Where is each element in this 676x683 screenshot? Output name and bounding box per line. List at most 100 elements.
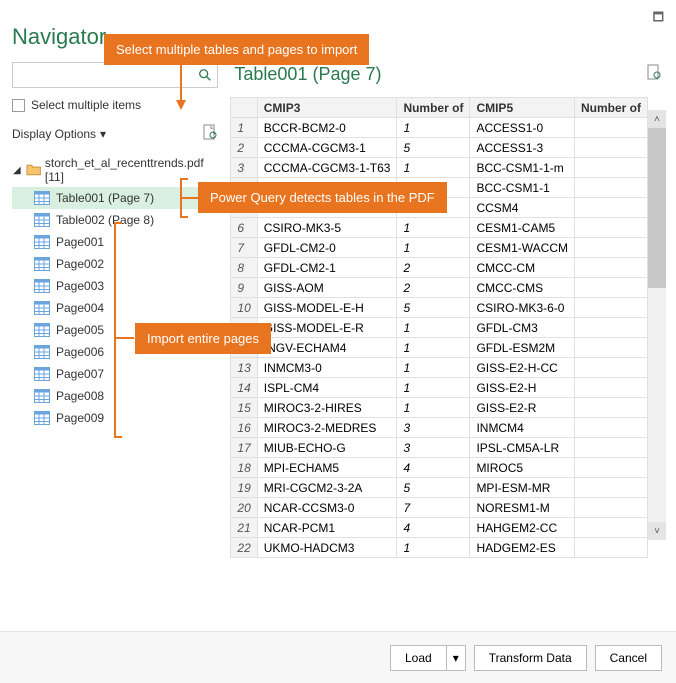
load-button[interactable]: Load xyxy=(390,645,447,671)
table-row[interactable]: 19MRI-CGCM2-3-2A5MPI-ESM-MR xyxy=(231,478,648,498)
row-number: 15 xyxy=(231,398,257,418)
chevron-down-icon: ▾ xyxy=(100,127,106,141)
column-header[interactable]: Number of xyxy=(397,98,470,118)
cell xyxy=(575,378,648,398)
cell xyxy=(575,298,648,318)
table-row[interactable]: 9GISS-AOM2CMCC-CMS xyxy=(231,278,648,298)
cell: CSIRO-MK3-5 xyxy=(257,218,397,238)
cell xyxy=(575,218,648,238)
table-row[interactable]: 12INGV-ECHAM41GFDL-ESM2M xyxy=(231,338,648,358)
table-row[interactable]: 6CSIRO-MK3-51CESM1-CAM5 xyxy=(231,218,648,238)
refresh-icon[interactable] xyxy=(202,124,218,143)
table-row[interactable]: 3CCCMA-CGCM3-1-T631BCC-CSM1-1-m xyxy=(231,158,648,178)
checkbox-icon xyxy=(12,99,25,112)
row-number: 9 xyxy=(231,278,257,298)
cell: INMCM4 xyxy=(470,418,575,438)
display-options-dropdown[interactable]: Display Options ▾ xyxy=(12,127,106,141)
cell: CCCMA-CGCM3-1 xyxy=(257,138,397,158)
cell xyxy=(575,118,648,138)
row-number: 1 xyxy=(231,118,257,138)
table-row[interactable]: 2CCCMA-CGCM3-15ACCESS1-3 xyxy=(231,138,648,158)
cell: MIROC3-2-HIRES xyxy=(257,398,397,418)
close-icon[interactable]: 🗖 xyxy=(653,8,664,29)
tree-root[interactable]: ◢ storch_et_al_recenttrends.pdf [11] xyxy=(12,153,218,187)
scroll-down-icon[interactable]: ˅ xyxy=(648,522,666,540)
cell: IPSL-CM5A-LR xyxy=(470,438,575,458)
cell xyxy=(575,498,648,518)
cell: 5 xyxy=(397,478,470,498)
table-row[interactable]: 18MPI-ECHAM54MIROC5 xyxy=(231,458,648,478)
cell: INGV-ECHAM4 xyxy=(257,338,397,358)
callout-detect-tables: Power Query detects tables in the PDF xyxy=(198,182,447,213)
row-number: 21 xyxy=(231,518,257,538)
cell xyxy=(575,458,648,478)
cell: 1 xyxy=(397,318,470,338)
table-row[interactable]: 14ISPL-CM41GISS-E2-H xyxy=(231,378,648,398)
display-options-label: Display Options xyxy=(12,127,96,141)
cell: GISS-E2-H xyxy=(470,378,575,398)
search-input[interactable] xyxy=(13,68,193,82)
arrow-line xyxy=(180,64,182,102)
cell: HADGEM2-ES xyxy=(470,538,575,558)
cell: INMCM3-0 xyxy=(257,358,397,378)
table-row[interactable]: 8GFDL-CM2-12CMCC-CM xyxy=(231,258,648,278)
cancel-button[interactable]: Cancel xyxy=(595,645,662,671)
row-number: 8 xyxy=(231,258,257,278)
cell: 3 xyxy=(397,418,470,438)
arrow-line xyxy=(182,197,198,199)
table-row[interactable]: 15MIROC3-2-HIRES1GISS-E2-R xyxy=(231,398,648,418)
scroll-thumb[interactable] xyxy=(648,128,666,288)
tree-item-label: Page007 xyxy=(56,367,104,381)
cell: MPI-ESM-MR xyxy=(470,478,575,498)
tree-item-label: Page004 xyxy=(56,301,104,315)
search-box[interactable] xyxy=(12,62,218,88)
table-row[interactable]: 7GFDL-CM2-01CESM1-WACCM xyxy=(231,238,648,258)
load-dropdown-button[interactable]: ▾ xyxy=(447,645,466,671)
table-row[interactable]: 11GISS-MODEL-E-R1GFDL-CM3 xyxy=(231,318,648,338)
cell: GISS-E2-R xyxy=(470,398,575,418)
transform-data-button[interactable]: Transform Data xyxy=(474,645,587,671)
cell xyxy=(575,138,648,158)
cell: GFDL-CM2-0 xyxy=(257,238,397,258)
select-multiple-checkbox[interactable]: Select multiple items xyxy=(12,98,218,112)
cell: 7 xyxy=(397,498,470,518)
preview-refresh-icon[interactable] xyxy=(646,64,662,85)
column-header[interactable]: Number of xyxy=(575,98,648,118)
cell: 3 xyxy=(397,438,470,458)
cell: 4 xyxy=(397,458,470,478)
table-row[interactable]: 17MIUB-ECHO-G3IPSL-CM5A-LR xyxy=(231,438,648,458)
tree-item-label: Table002 (Page 8) xyxy=(56,213,154,227)
cell: 1 xyxy=(397,118,470,138)
search-icon[interactable] xyxy=(193,63,217,87)
cell: CCSM4 xyxy=(470,198,575,218)
cell: 1 xyxy=(397,378,470,398)
row-number: 13 xyxy=(231,358,257,378)
tree-item-label: Page005 xyxy=(56,323,104,337)
cell: UKMO-HADCM3 xyxy=(257,538,397,558)
cell: GISS-MODEL-E-H xyxy=(257,298,397,318)
row-number: 22 xyxy=(231,538,257,558)
column-header[interactable]: CMIP3 xyxy=(257,98,397,118)
table-row[interactable]: 1BCCR-BCM2-01ACCESS1-0 xyxy=(231,118,648,138)
table-row[interactable]: 13INMCM3-01GISS-E2-H-CC xyxy=(231,358,648,378)
cell: HAHGEM2-CC xyxy=(470,518,575,538)
table-row[interactable]: 16MIROC3-2-MEDRES3INMCM4 xyxy=(231,418,648,438)
cell xyxy=(575,198,648,218)
table-row[interactable]: 21NCAR-PCM14HAHGEM2-CC xyxy=(231,518,648,538)
table-row[interactable]: 10GISS-MODEL-E-H5CSIRO-MK3-6-0 xyxy=(231,298,648,318)
vertical-scrollbar[interactable]: ˄ ˅ xyxy=(648,110,666,540)
scroll-up-icon[interactable]: ˄ xyxy=(648,110,666,128)
cell: GFDL-CM2-1 xyxy=(257,258,397,278)
table-row[interactable]: 22UKMO-HADCM31HADGEM2-ES xyxy=(231,538,648,558)
cell: NCAR-CCSM3-0 xyxy=(257,498,397,518)
row-number: 16 xyxy=(231,418,257,438)
cell: 1 xyxy=(397,538,470,558)
cell xyxy=(575,418,648,438)
arrow-line xyxy=(116,337,134,339)
column-header[interactable]: CMIP5 xyxy=(470,98,575,118)
row-number: 18 xyxy=(231,458,257,478)
cell xyxy=(575,318,648,338)
table-row[interactable]: 20NCAR-CCSM3-07NORESM1-M xyxy=(231,498,648,518)
expand-arrow-icon: ◢ xyxy=(12,165,22,176)
cell: 4 xyxy=(397,518,470,538)
